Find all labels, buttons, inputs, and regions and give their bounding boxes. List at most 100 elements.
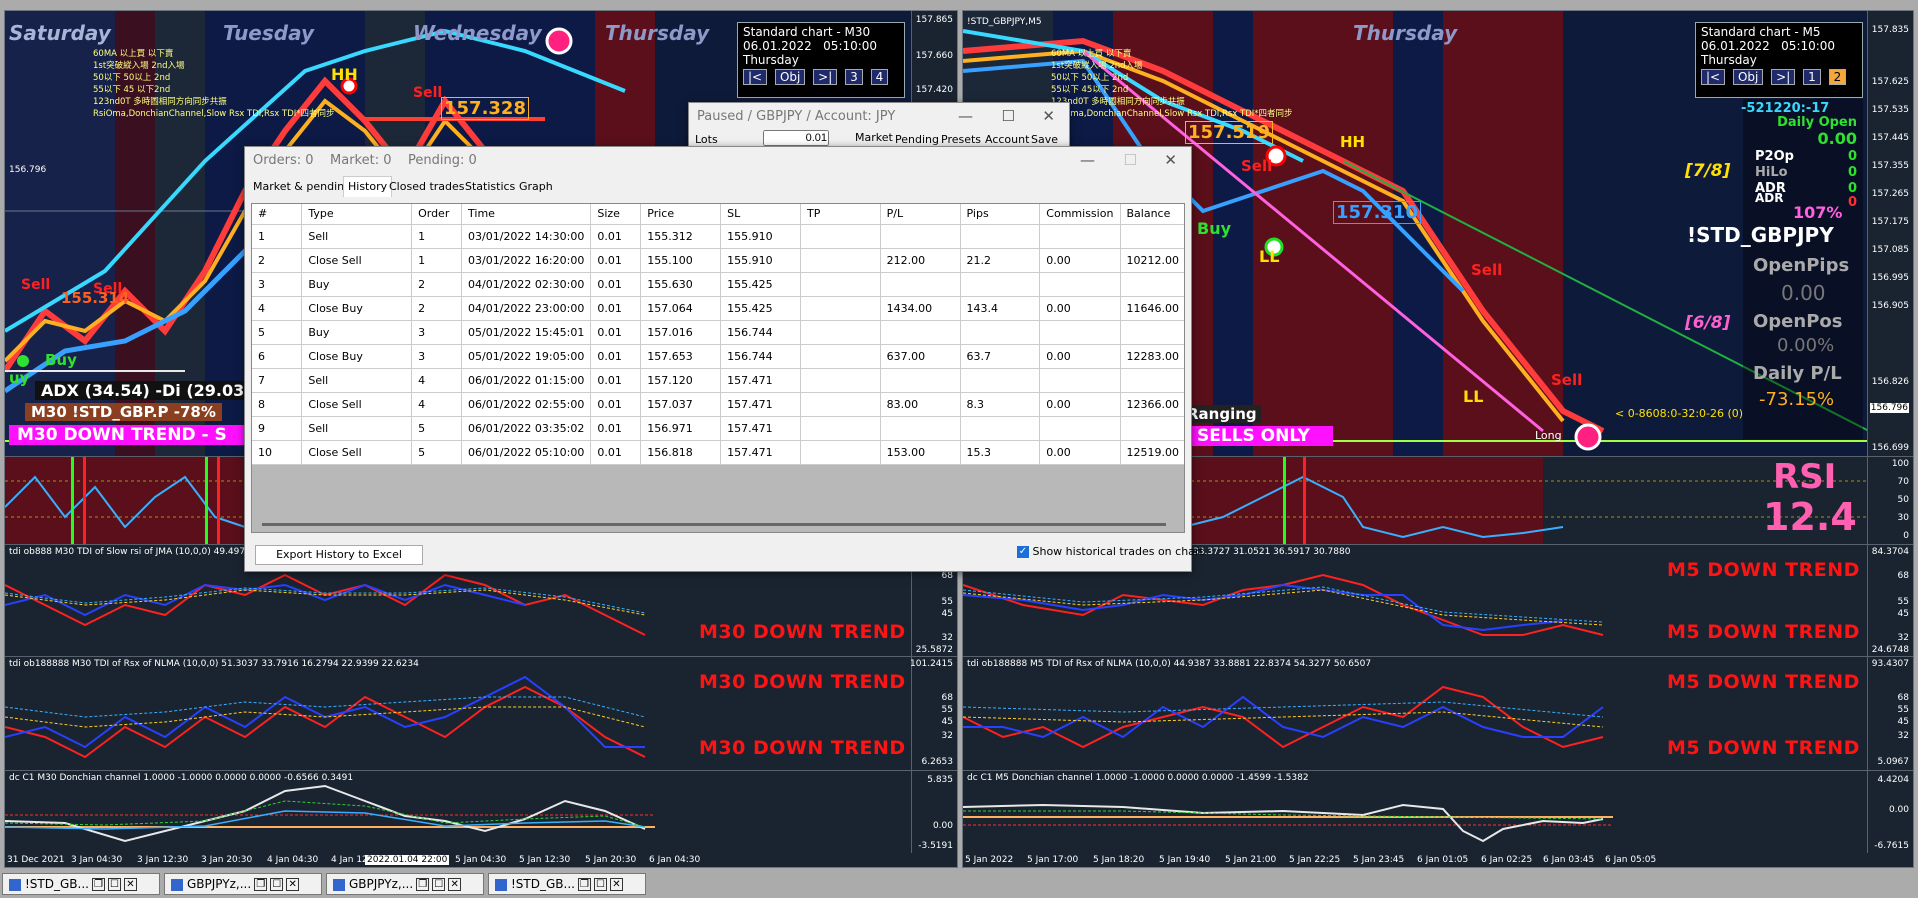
close-icon[interactable]: ✕: [448, 878, 462, 891]
history-table-container[interactable]: # Type Order Time Size Price SL TP P/L P…: [251, 203, 1185, 533]
taskbar-item-0[interactable]: !STD_GB... ❐ ☐ ✕: [2, 873, 160, 895]
right-nav-first-button[interactable]: |<: [1701, 69, 1726, 85]
table-cell: 637.00: [880, 344, 961, 369]
close-icon[interactable]: ✕: [609, 878, 623, 891]
table-row[interactable]: 3 Buy 2 04/01/2022 02:30:00 0.01 155.630 155.4…: [252, 272, 1184, 297]
col-size[interactable]: Size: [590, 204, 642, 225]
maximize-icon[interactable]: ☐: [432, 878, 446, 891]
ranging-label: Ranging: [1183, 405, 1261, 423]
right-tdi2-pane[interactable]: tdi ob188888 M5 TDI of Rsx of NLMA (10,0…: [963, 657, 1913, 771]
checkbox-check-icon[interactable]: ✓: [1017, 546, 1029, 558]
nav-last-button[interactable]: >|: [813, 69, 838, 85]
restore-icon[interactable]: ❐: [91, 878, 105, 891]
right-donchian-label: dc C1 M5 Donchian channel 1.0000 -1.0000…: [967, 773, 1309, 783]
tab-account-small[interactable]: Account: [985, 133, 1029, 146]
show-historical-checkbox[interactable]: ✓ Show historical trades on chart: [1017, 545, 1204, 558]
tab-market-small[interactable]: Market: [855, 131, 893, 144]
table-row[interactable]: 4 Close Buy 2 04/01/2022 23:00:00 0.01 157.06…: [252, 296, 1184, 321]
right-page-2-button[interactable]: 2: [1828, 69, 1847, 85]
right-nav-last-button[interactable]: >|: [1771, 69, 1796, 85]
tab-closed-trades[interactable]: Closed trades: [389, 180, 465, 193]
right-time-axis: 5 Jan 2022 5 Jan 17:00 5 Jan 18:20 5 Jan…: [963, 853, 1867, 867]
rp-6: 157.175: [1871, 217, 1909, 227]
right-donchian-pane[interactable]: dc C1 M5 Donchian channel 1.0000 -1.0000…: [963, 771, 1913, 867]
tab-presets-small[interactable]: Presets: [941, 133, 981, 146]
nav-first-button[interactable]: |<: [743, 69, 768, 85]
close-icon[interactable]: ✕: [286, 878, 300, 891]
restore-icon[interactable]: ❐: [254, 878, 268, 891]
table-cell: [800, 392, 881, 417]
table-cell: 10: [252, 440, 303, 465]
right-rsi-axis: 100 70 50 30 0: [1867, 457, 1913, 544]
horizontal-scrollbar[interactable]: [262, 523, 1166, 526]
col-order[interactable]: Order: [411, 204, 463, 225]
right-tf-line-4: 123nd0T 多時圖相同方向同步共振: [1051, 97, 1185, 107]
table-cell: 3: [411, 320, 463, 345]
trade-maximize-icon[interactable]: ☐: [1124, 151, 1137, 169]
page-4-button[interactable]: 4: [870, 69, 889, 85]
table-row[interactable]: 8 Close Sell 4 06/01/2022 02:55:00 0.01 157.0…: [252, 392, 1184, 417]
maximize-icon[interactable]: ☐: [270, 878, 284, 891]
table-row[interactable]: 5 Buy 3 05/01/2022 15:45:01 0.01 157.016 156.7…: [252, 320, 1184, 345]
table-row[interactable]: 2 Close Sell 1 03/01/2022 16:20:00 0.01 155.1…: [252, 248, 1184, 273]
tab-save-small[interactable]: Save: [1031, 133, 1058, 146]
table-cell: 4: [411, 392, 463, 417]
lots-input[interactable]: [763, 130, 829, 146]
close-icon[interactable]: ✕: [1042, 107, 1055, 125]
paused-window[interactable]: Paused / GBPJPY / Account: JPY — ☐ ✕ Lot…: [688, 102, 1070, 152]
time-crosshair: 2022.01.04 22:00: [365, 855, 450, 865]
rp-1: 157.625: [1871, 77, 1909, 87]
col-type[interactable]: Type: [301, 204, 413, 225]
col-pl[interactable]: P/L: [880, 204, 961, 225]
col-sl[interactable]: SL: [720, 204, 801, 225]
minimize-icon[interactable]: —: [958, 107, 973, 125]
table-row[interactable]: 1 Sell 1 03/01/2022 14:30:00 0.01 155.312 155.…: [252, 224, 1184, 249]
table-cell: 155.910: [720, 248, 801, 273]
right-price-axis[interactable]: 157.835 157.625 157.535 157.445 157.355 …: [1867, 11, 1913, 456]
left-tdi2-pane[interactable]: tdi ob188888 M30 TDI of Rsx of NLMA (10,…: [5, 657, 957, 771]
obj-button[interactable]: Obj: [774, 69, 806, 85]
rsi-scale-3: 30: [1897, 513, 1909, 523]
table-cell: 06/01/2022 05:10:00: [461, 440, 592, 465]
table-row[interactable]: 10 Close Sell 5 06/01/2022 05:10:00 0.01 156.…: [252, 440, 1184, 465]
table-row[interactable]: 6 Close Buy 3 05/01/2022 19:05:00 0.01 157.65…: [252, 344, 1184, 369]
right-page-1-button[interactable]: 1: [1803, 69, 1821, 85]
col-balance[interactable]: Balance: [1120, 204, 1184, 225]
maximize-icon[interactable]: ☐: [593, 878, 607, 891]
tab-graph[interactable]: Graph: [519, 180, 553, 193]
left-donchian-pane[interactable]: dc C1 M30 Donchian channel 1.0000 -1.000…: [5, 771, 957, 867]
table-cell: [800, 440, 881, 465]
stats-panel: -521220:-17 Daily Open 0.00 P2Op 0 HiLo …: [1687, 99, 1863, 439]
tab-statistics[interactable]: Statistics: [465, 180, 515, 193]
price-tag-1: 157.328: [441, 97, 529, 120]
col-tp[interactable]: TP: [800, 204, 881, 225]
col-pips[interactable]: Pips: [960, 204, 1041, 225]
trade-history-window[interactable]: Orders: 0 Market: 0 Pending: 0 — ☐ ✕ Mar…: [244, 146, 1204, 572]
col-num[interactable]: #: [252, 204, 303, 225]
maximize-icon[interactable]: ☐: [1002, 107, 1015, 125]
tab-history[interactable]: History: [343, 176, 393, 197]
close-icon[interactable]: ✕: [123, 878, 137, 891]
tab-pending-small[interactable]: Pending: [895, 133, 939, 146]
table-row[interactable]: 7 Sell 4 06/01/2022 01:15:00 0.01 157.120 157.…: [252, 368, 1184, 393]
export-history-button[interactable]: Export History to Excel: [255, 545, 423, 565]
info-date: 06.01.2022: [743, 39, 812, 53]
taskbar-item-3[interactable]: !STD_GB... ❐ ☐ ✕: [488, 873, 646, 895]
right-obj-button[interactable]: Obj: [1732, 69, 1764, 85]
trade-minimize-icon[interactable]: —: [1080, 151, 1095, 169]
table-row[interactable]: 9 Sell 5 06/01/2022 03:35:02 0.01 156.971 157.…: [252, 416, 1184, 441]
restore-icon[interactable]: ❐: [577, 878, 591, 891]
tab-market-pending[interactable]: Market & pending: [253, 180, 351, 193]
r-time-7: 6 Jan 01:05: [1417, 855, 1469, 865]
restore-icon[interactable]: ❐: [416, 878, 430, 891]
trade-close-icon[interactable]: ✕: [1164, 151, 1177, 169]
col-time[interactable]: Time: [461, 204, 592, 225]
right-tdi2-trend-1: M5 DOWN TREND: [1667, 671, 1860, 693]
col-price[interactable]: Price: [640, 204, 722, 225]
taskbar-item-1[interactable]: GBPJPYz,... ❐ ☐ ✕: [164, 873, 322, 895]
page-3-button[interactable]: 3: [845, 69, 863, 85]
col-commission[interactable]: Commission: [1039, 204, 1121, 225]
table-cell: 63.7: [960, 344, 1041, 369]
taskbar-item-2[interactable]: GBPJPYz,... ❐ ☐ ✕: [326, 873, 484, 895]
maximize-icon[interactable]: ☐: [107, 878, 121, 891]
